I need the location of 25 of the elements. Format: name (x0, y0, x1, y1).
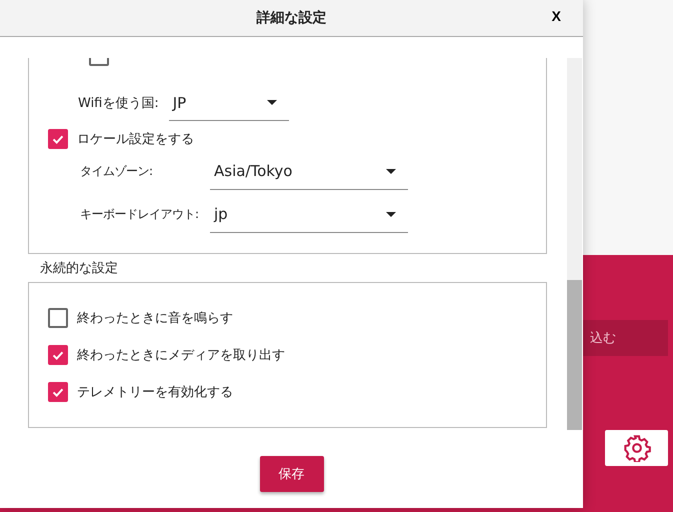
caret-icon (386, 212, 396, 216)
settings-button[interactable] (605, 430, 668, 466)
field-label: キーボードレイアウト: (80, 206, 200, 223)
checkbox-label: ロケール設定をする (77, 131, 194, 148)
dialog-title: 詳細な設定 (256, 9, 326, 27)
checkbox[interactable] (48, 129, 68, 149)
field-label: タイムゾーン: (80, 163, 154, 180)
close-button[interactable]: X (548, 8, 565, 24)
checkbox-label: 終わったときに音を鳴らす (77, 310, 233, 326)
settings-icon (622, 434, 650, 462)
checkbox-label: 終わったときにメディアを取り出す (77, 346, 285, 364)
caret-icon (386, 168, 396, 174)
wifi-country-select[interactable]: JP (168, 85, 289, 121)
section-title: 永続的な設定 (40, 260, 119, 278)
dropdown-select[interactable]: jp (210, 196, 408, 232)
checkbox[interactable] (48, 382, 68, 402)
checkbox[interactable] (48, 308, 68, 328)
caret-icon (266, 100, 277, 105)
wifi-country-label: Wifiを使う国: (78, 95, 159, 112)
checkbox-label: テレメトリーを有効化する (77, 384, 233, 400)
save-button[interactable]: 保存 (260, 456, 324, 492)
scrollbar-thumb[interactable] (567, 280, 582, 430)
checkbox[interactable] (48, 344, 68, 364)
scrollbar[interactable] (567, 58, 582, 430)
dropdown-select[interactable]: Asia/Tokyo (210, 154, 408, 190)
